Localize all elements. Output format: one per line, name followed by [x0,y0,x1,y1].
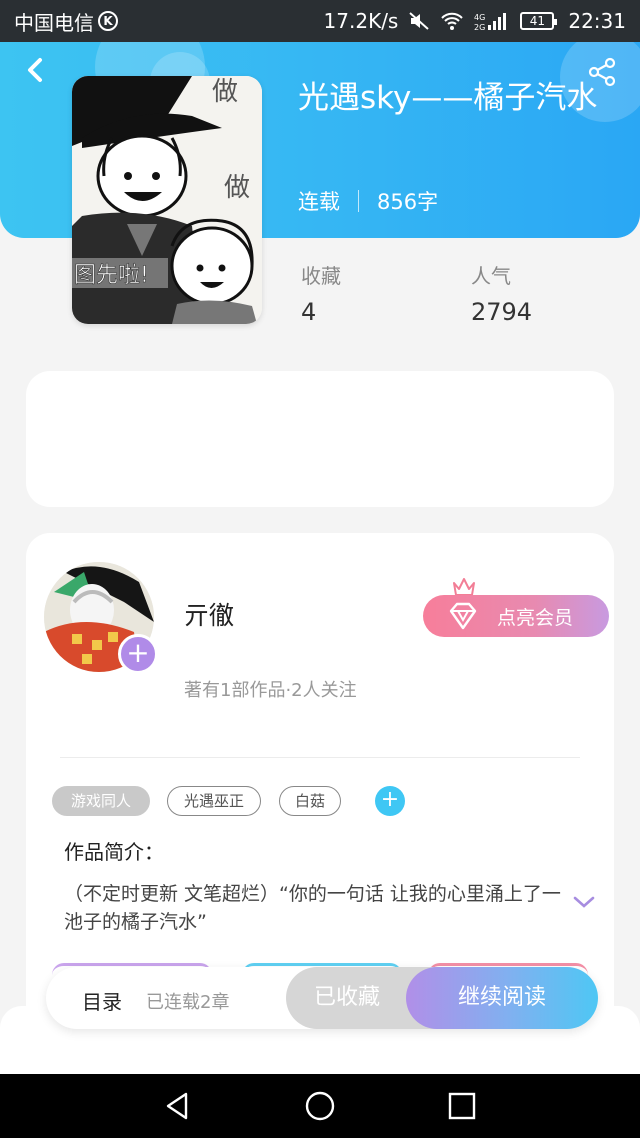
table-of-contents-button[interactable]: 目录 [82,986,122,1015]
meta-divider [358,190,359,212]
4g-signal-icon: 4G2G [474,13,507,31]
intro-label: 作品简介： [64,840,164,864]
follow-author-button[interactable]: + [118,634,158,674]
activate-vip-button[interactable]: 点亮会员 [423,595,609,637]
chapter-count: 已连载2章 [146,992,230,1013]
plus-icon: + [380,787,400,812]
carrier-name: 中国电信 [14,10,94,35]
cover-text-3: 图先啦! [74,263,149,288]
continue-reading-button[interactable]: 继续阅读 [406,967,598,1029]
mute-icon [409,12,430,30]
crown-icon [453,578,475,596]
popularity-label: 人气 [471,264,511,288]
svg-text:2G: 2G [474,23,485,31]
add-tag-button[interactable]: + [375,786,405,816]
cover-text-1: 做 [212,77,238,107]
tag-baigu[interactable]: 白菇 [279,786,341,816]
back-triangle-icon[interactable] [162,1090,194,1122]
cover-illustration: 做 做 图先啦! [72,76,262,324]
clock: 22:31 [568,9,626,33]
tag-sky-pairing[interactable]: 光遇巫正 [167,786,261,816]
popularity-count: 2794 [471,298,533,326]
author-name[interactable]: 亓徹 [184,596,234,632]
plus-icon: + [126,636,150,669]
book-meta: 连载 856字 [298,186,438,216]
chevron-down-icon[interactable] [572,894,596,910]
serial-status: 连载 [298,190,340,214]
cover-text-2: 做 [224,173,250,203]
recents-square-icon[interactable] [446,1090,478,1122]
back-button[interactable] [20,54,52,86]
system-nav-bar [0,1074,640,1138]
author-summary: 著有1部作品·2人关注 [184,680,357,701]
status-bar: 中国电信 K 17.2K/s 4G 2G 41 22:31 [0,0,640,42]
word-count: 856字 [377,190,439,214]
card-divider [60,757,580,758]
home-circle-icon[interactable] [304,1090,336,1122]
diamond-icon [449,602,477,630]
vip-button-label: 点亮会员 [497,606,574,629]
wifi-icon [441,12,464,30]
blank-card [26,371,614,507]
tag-game-fanfic[interactable]: 游戏同人 [52,786,150,816]
svg-text:4G: 4G [474,13,485,22]
favorites-label: 收藏 [301,264,341,288]
book-cover[interactable]: 做 做 图先啦! [72,76,262,324]
intro-text: （不定时更新 文笔超烂）“你的一句话 让我的心里涌上了一池子的橘子汽水” [64,883,561,933]
favorites-count: 4 [301,298,317,326]
carrier-badge: K [98,11,118,31]
book-title: 光遇sky——橘子汽水 [298,80,598,116]
battery-icon: 41 [520,12,558,30]
network-speed: 17.2K/s [323,9,399,33]
